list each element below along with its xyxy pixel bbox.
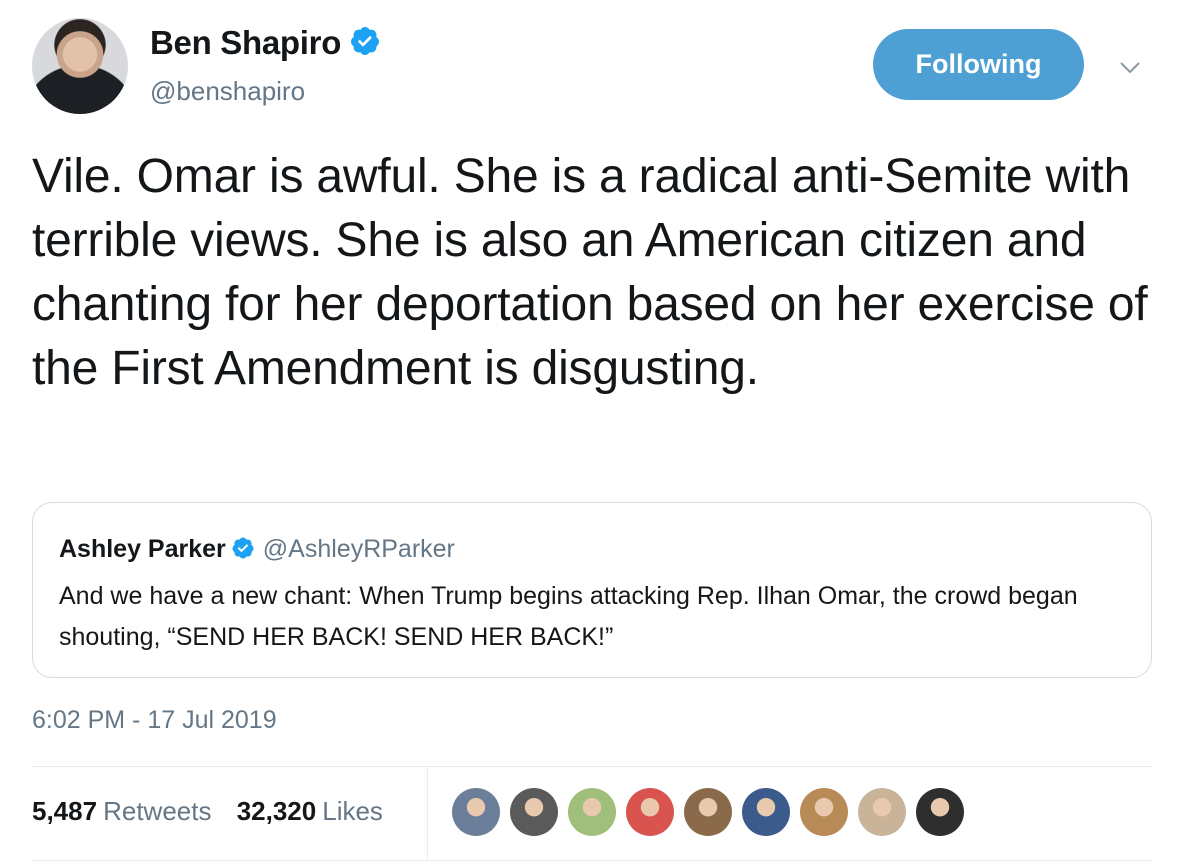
divider	[427, 767, 428, 860]
liker-avatar[interactable]	[684, 788, 732, 836]
author-name-row[interactable]: Ben Shapiro	[150, 24, 381, 65]
quoted-tweet-header: Ashley Parker @AshleyRParker	[59, 535, 455, 567]
tweet-text: Vile. Omar is awful. She is a radical an…	[32, 150, 1148, 395]
verified-badge-icon	[231, 536, 255, 567]
quoted-author-handle[interactable]: @AshleyRParker	[263, 535, 455, 563]
chevron-down-icon[interactable]	[1118, 56, 1142, 80]
liker-avatar[interactable]	[568, 788, 616, 836]
retweets-count: 5,487	[32, 796, 98, 826]
retweets-stat[interactable]: 5,487 Retweets	[32, 796, 211, 827]
divider	[32, 766, 1152, 767]
divider	[32, 860, 1152, 861]
quoted-tweet-card[interactable]: Ashley Parker @AshleyRParker And we have …	[32, 502, 1152, 678]
liker-avatar[interactable]	[858, 788, 906, 836]
likes-count: 32,320	[236, 796, 317, 826]
tweet-timestamp[interactable]: 6:02 PM - 17 Jul 2019	[32, 706, 277, 735]
author-name[interactable]: Ben Shapiro	[150, 24, 341, 61]
likes-label: Likes	[322, 796, 383, 826]
tweet-stats: 5,487 Retweets 32,320 Likes	[32, 796, 401, 827]
author-handle[interactable]: @benshapiro	[150, 76, 305, 107]
verified-badge-icon	[349, 25, 381, 65]
quoted-tweet-text: And we have a new chant: When Trump begi…	[59, 582, 1078, 651]
retweets-label: Retweets	[103, 796, 212, 826]
liker-avatar[interactable]	[510, 788, 558, 836]
liker-avatar[interactable]	[742, 788, 790, 836]
following-button[interactable]: Following	[873, 29, 1084, 100]
quoted-author-name[interactable]: Ashley Parker	[59, 535, 226, 563]
liker-avatar[interactable]	[800, 788, 848, 836]
liker-avatars	[452, 788, 974, 836]
liker-avatar[interactable]	[916, 788, 964, 836]
liker-avatar[interactable]	[626, 788, 674, 836]
likes-stat[interactable]: 32,320 Likes	[237, 796, 383, 827]
author-avatar[interactable]	[32, 18, 128, 114]
liker-avatar[interactable]	[452, 788, 500, 836]
